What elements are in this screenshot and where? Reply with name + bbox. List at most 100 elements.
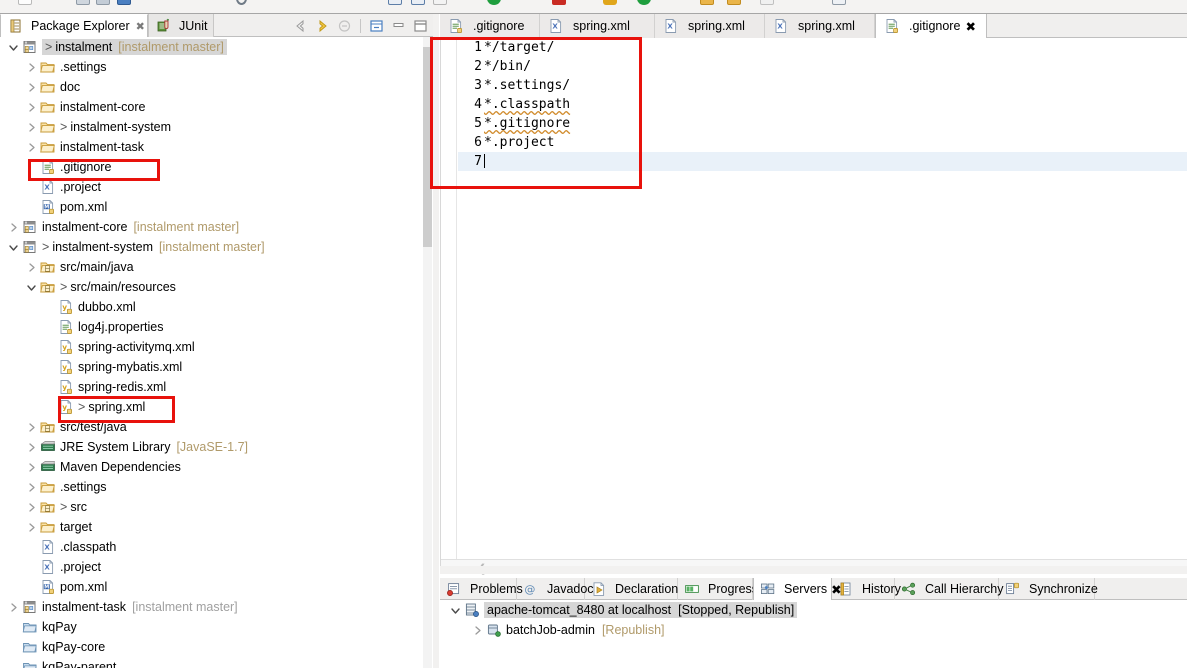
bottom-tab-progress[interactable]: Progress <box>678 578 758 600</box>
code-line[interactable]: 4 *.classpath <box>458 95 1187 114</box>
tree-row[interactable]: 日 src/test/java <box>0 417 424 437</box>
tree-row[interactable]: target <box>0 517 424 537</box>
chevron-right-icon[interactable] <box>26 142 37 153</box>
chevron-right-icon[interactable] <box>26 82 37 93</box>
bottom-tab-javadoc[interactable]: @ Javadoc <box>517 578 594 600</box>
chevron-right-icon[interactable] <box>26 262 37 273</box>
save-all-icon[interactable] <box>96 0 110 5</box>
code-line[interactable]: 7 <box>458 152 1187 171</box>
editor-tab-springxml-1[interactable]: Xspring.xml <box>540 14 655 38</box>
editor-tab-springxml-2[interactable]: Xspring.xml <box>655 14 765 38</box>
chevron-down-icon[interactable] <box>450 605 461 616</box>
tree-row[interactable]: kqPay-core <box>0 637 424 657</box>
bottom-tab-callhierarchy[interactable]: Call Hierarchy <box>895 578 1004 600</box>
tree-row[interactable]: kqPay <box>0 617 424 637</box>
open-perspective-icon[interactable] <box>411 0 425 5</box>
maximize-icon[interactable] <box>411 17 430 35</box>
chevron-right-icon[interactable] <box>8 602 19 613</box>
tree-row[interactable]: Minstalment-task [instalment master] <box>0 597 424 617</box>
chevron-right-icon[interactable] <box>26 122 37 133</box>
tree-row[interactable]: X .project <box>0 557 424 577</box>
tree-row[interactable]: 日 > src <box>0 497 424 517</box>
outline-icon[interactable] <box>388 0 402 5</box>
search-icon[interactable] <box>236 0 247 5</box>
code-line[interactable]: 5 *.gitignore <box>458 114 1187 133</box>
bottom-tab-problems[interactable]: Problems <box>440 578 523 600</box>
chevron-right-icon[interactable] <box>26 462 37 473</box>
tab-junit[interactable]: JUnit <box>148 14 214 37</box>
chevron-right-icon[interactable] <box>8 222 19 233</box>
chevron-right-icon[interactable] <box>26 482 37 493</box>
code-line[interactable]: 2 */bin/ <box>458 57 1187 76</box>
tree-row[interactable]: M > instalment-system [instalment master] <box>0 237 424 257</box>
save-icon[interactable] <box>76 0 90 5</box>
project-tree[interactable]: M > instalment [instalment master] .settings… <box>0 37 424 668</box>
tree-row[interactable]: kqPay-parent <box>0 657 424 668</box>
tree-row[interactable]: 日 src/main/java <box>0 257 424 277</box>
tree-row[interactable]: Minstalment-core [instalment master] <box>0 217 424 237</box>
close-icon[interactable]: ✖ <box>136 20 145 33</box>
chevron-down-icon[interactable] <box>26 282 37 293</box>
tree-row[interactable]: y dubbo.xml <box>0 297 424 317</box>
chevron-right-icon[interactable] <box>26 502 37 513</box>
vertical-sash[interactable] <box>433 14 439 668</box>
new-icon[interactable] <box>18 0 32 5</box>
minimize-icon[interactable] <box>389 17 408 35</box>
tree-row[interactable]: X .classpath <box>0 537 424 557</box>
tab-package-explorer[interactable]: Package Explorer ✖ <box>0 14 148 37</box>
tree-row[interactable]: doc <box>0 77 424 97</box>
tree-row[interactable]: Maven Dependencies <box>0 457 424 477</box>
collapse-all-icon[interactable] <box>335 17 354 35</box>
tree-row[interactable]: y > spring.xml <box>0 397 424 417</box>
tree-row[interactable]: 日 > src/main/resources <box>0 277 424 297</box>
bottom-tab-history[interactable]: History <box>832 578 901 600</box>
tree-row[interactable]: X .project <box>0 177 424 197</box>
tree-row[interactable]: instalment-task <box>0 137 424 157</box>
tree-vertical-scrollbar[interactable] <box>423 37 432 668</box>
code-line[interactable]: 3 *.settings/ <box>458 76 1187 95</box>
main-toolbar[interactable] <box>0 0 1187 14</box>
next-annotation-icon[interactable] <box>433 0 447 5</box>
editor-tab-springxml-3[interactable]: Xspring.xml <box>765 14 875 38</box>
bottom-tab-synchronize[interactable]: Synchronize <box>999 578 1098 600</box>
editor-tab-gitignore-4[interactable]: .gitignore ✖ <box>875 14 987 38</box>
chevron-right-icon[interactable] <box>26 442 37 453</box>
editor-body[interactable]: 1 */target/2 */bin/3 *.settings/4 *.classpat… <box>440 38 1187 575</box>
tree-row[interactable]: .settings <box>0 477 424 497</box>
print-icon[interactable] <box>117 0 131 5</box>
chevron-right-icon[interactable] <box>26 422 37 433</box>
debug-icon[interactable] <box>637 0 651 5</box>
servers-tree[interactable]: apache-tomcat_8480 at localhost [Stopped,… <box>440 600 1187 668</box>
tree-row[interactable]: .settings <box>0 57 424 77</box>
stop-icon[interactable] <box>552 0 566 5</box>
server-row[interactable]: apache-tomcat_8480 at localhost [Stopped,… <box>440 600 1187 620</box>
chevron-right-icon[interactable] <box>26 102 37 113</box>
tree-row[interactable]: Mpom.xml <box>0 577 424 597</box>
bottom-tab-declaration[interactable]: Declaration <box>585 578 678 600</box>
tree-row[interactable]: M > instalment [instalment master] <box>0 37 424 57</box>
chevron-right-icon[interactable] <box>26 62 37 73</box>
horizontal-sash[interactable] <box>440 566 1187 574</box>
back-arrow-icon[interactable] <box>291 17 310 35</box>
tree-row[interactable]: JRE System Library [JavaSE-1.7] <box>0 437 424 457</box>
run-icon[interactable] <box>487 0 501 5</box>
code-line[interactable]: 6 *.project <box>458 133 1187 152</box>
tree-row[interactable]: Mpom.xml <box>0 197 424 217</box>
bottom-tab-servers[interactable]: Servers ✖ <box>753 578 842 600</box>
code-line[interactable]: 1 */target/ <box>458 38 1187 57</box>
chevron-down-icon[interactable] <box>8 242 19 253</box>
open-resource-icon[interactable] <box>727 0 741 5</box>
forward-arrow-icon[interactable] <box>313 17 332 35</box>
editor-text-content[interactable]: 1 */target/2 */bin/3 *.settings/4 *.classpat… <box>458 38 1187 574</box>
coverage-icon[interactable] <box>603 0 617 5</box>
tree-scrollbar-thumb[interactable] <box>423 47 432 247</box>
tree-row[interactable]: log4j.properties <box>0 317 424 337</box>
chevron-right-icon[interactable] <box>26 522 37 533</box>
open-type-icon[interactable] <box>700 0 714 5</box>
editor-tab-gitignore-0[interactable]: .gitignore <box>440 14 540 38</box>
tree-row[interactable]: > instalment-system <box>0 117 424 137</box>
chevron-down-icon[interactable] <box>8 42 19 53</box>
tree-row[interactable]: .gitignore <box>0 157 424 177</box>
view-menu-icon[interactable] <box>367 17 386 35</box>
tree-row[interactable]: y spring-activitymq.xml <box>0 337 424 357</box>
